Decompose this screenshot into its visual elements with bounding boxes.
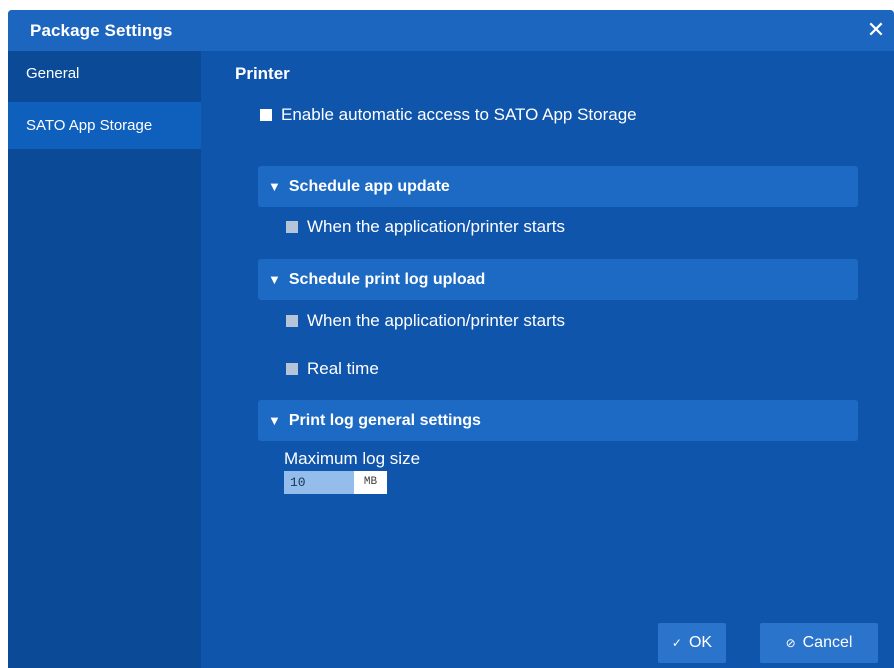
group-header-schedule-print-log-upload[interactable]: ▼ Schedule print log upload bbox=[258, 259, 858, 300]
ok-button[interactable]: ✓ OK bbox=[658, 623, 726, 663]
sidebar-item-sato-app-storage[interactable]: SATO App Storage bbox=[8, 102, 201, 149]
group-title: Schedule print log upload bbox=[288, 270, 486, 288]
package-settings-dialog: Package Settings ✕ General SATO App Stor… bbox=[8, 10, 894, 668]
app-update-on-start-row[interactable]: When the application/printer starts bbox=[286, 217, 565, 237]
cancel-label: Cancel bbox=[802, 634, 853, 651]
cancel-button[interactable]: ⊘ Cancel bbox=[760, 623, 878, 663]
sidebar: General SATO App Storage bbox=[8, 51, 201, 668]
group-header-schedule-app-update[interactable]: ▼ Schedule app update bbox=[258, 166, 858, 207]
log-upload-on-start-row[interactable]: When the application/printer starts bbox=[286, 311, 565, 331]
log-upload-real-time-row[interactable]: Real time bbox=[286, 359, 379, 379]
close-icon[interactable]: ✕ bbox=[864, 18, 888, 42]
section-title-printer: Printer bbox=[235, 64, 290, 83]
expand-triangle-icon: ▼ bbox=[268, 413, 281, 428]
ok-label: OK bbox=[688, 634, 713, 651]
option-label: Real time bbox=[307, 359, 379, 378]
log-upload-on-start-checkbox[interactable] bbox=[286, 315, 298, 327]
option-label: When the application/printer starts bbox=[307, 311, 565, 330]
dialog-title: Package Settings bbox=[30, 21, 173, 40]
cancel-icon: ⊘ bbox=[785, 636, 796, 650]
max-log-size-input[interactable] bbox=[284, 471, 354, 494]
unit-label: MB bbox=[354, 471, 387, 494]
max-log-size-field: MB bbox=[284, 471, 387, 494]
expand-triangle-icon: ▼ bbox=[268, 179, 281, 194]
sidebar-item-general[interactable]: General bbox=[8, 51, 201, 97]
group-header-print-log-general-settings[interactable]: ▼ Print log general settings bbox=[258, 400, 858, 441]
option-label: When the application/printer starts bbox=[307, 217, 565, 236]
app-update-on-start-checkbox[interactable] bbox=[286, 221, 298, 233]
max-log-size-label: Maximum log size bbox=[284, 449, 421, 468]
log-upload-real-time-checkbox[interactable] bbox=[286, 363, 298, 375]
group-title: Schedule app update bbox=[288, 177, 450, 195]
group-title: Print log general settings bbox=[288, 411, 481, 429]
enable-access-checkbox-row[interactable]: Enable automatic access to SATO App Stor… bbox=[260, 105, 637, 125]
settings-panel: Printer Enable automatic access to SATO … bbox=[201, 51, 894, 668]
check-icon: ✓ bbox=[671, 636, 682, 650]
expand-triangle-icon: ▼ bbox=[268, 272, 281, 287]
title-bar: Package Settings ✕ bbox=[8, 10, 894, 51]
enable-access-label: Enable automatic access to SATO App Stor… bbox=[281, 105, 637, 124]
enable-access-checkbox[interactable] bbox=[260, 109, 272, 121]
